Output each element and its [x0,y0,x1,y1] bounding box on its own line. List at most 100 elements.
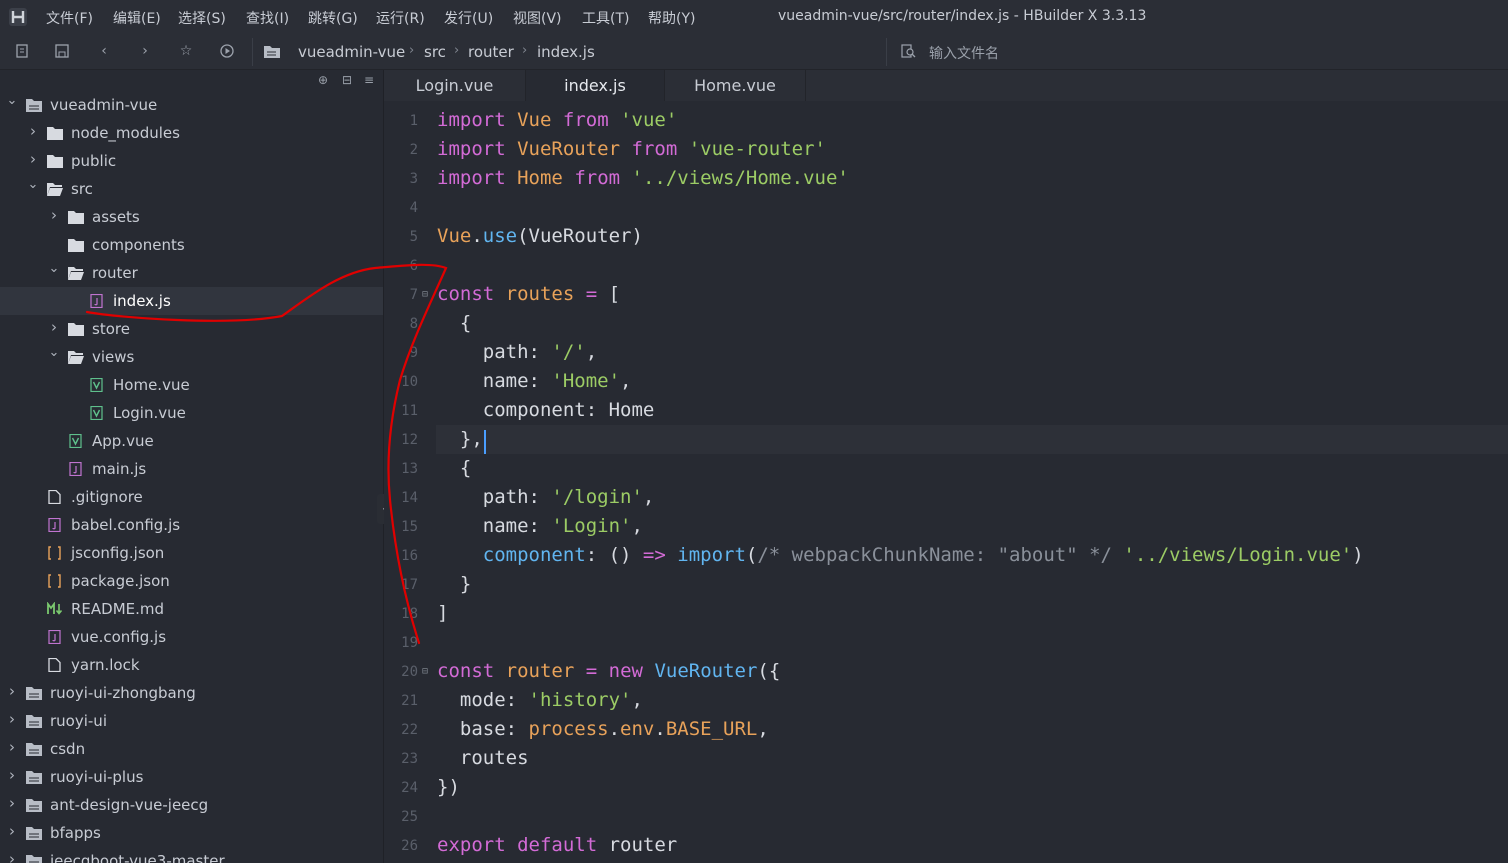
tree-item[interactable]: components [0,231,383,259]
chevron-down-icon[interactable]: ⌄ [48,261,60,276]
folder-icon [68,323,84,336]
breadcrumb-router[interactable]: router [468,43,514,61]
chevron-right-icon[interactable]: › [6,794,18,812]
locate-file-icon[interactable]: ⊕ [318,73,328,87]
tree-item[interactable]: › ruoyi-ui [0,707,383,735]
project-icon [262,41,282,61]
tree-item[interactable]: package.json [0,567,383,595]
tree-item[interactable]: ⌄ vueadmin-vue [0,91,383,119]
chevron-right-icon[interactable]: › [6,710,18,728]
save-icon[interactable] [52,41,72,61]
tree-item-label: index.js [113,292,171,310]
chevron-right-icon[interactable]: › [6,682,18,700]
breadcrumb-project[interactable]: vueadmin-vue [298,43,405,61]
menu-view[interactable]: 视图(V) [513,8,562,28]
tree-item[interactable]: Login.vue [0,399,383,427]
tab-login-vue[interactable]: Login.vue [384,70,526,101]
chevron-right-icon[interactable]: › [27,122,39,140]
tree-item[interactable]: › jeecgboot-vue3-master [0,847,383,863]
tree-item[interactable]: main.js [0,455,383,483]
tree-item-label: ruoyi-ui [50,712,107,730]
folder-icon [68,239,84,252]
find-file-icon[interactable] [898,41,918,61]
tree-item-label: bfapps [50,824,101,842]
code-line: import Home from '../views/Home.vue' [437,167,849,189]
explorer-menu-icon[interactable]: ≡ [364,73,374,87]
tree-item-label: App.vue [92,432,154,450]
chevron-down-icon[interactable]: ⌄ [48,345,60,360]
window-title: vueadmin-vue/src/router/index.js - HBuil… [778,8,1147,24]
chevron-right-icon[interactable]: › [27,150,39,168]
tree-item[interactable]: › ant-design-vue-jeecg [0,791,383,819]
tree-item[interactable]: › assets [0,203,383,231]
code-line: { [437,457,472,479]
tree-item[interactable]: ⌄ src [0,175,383,203]
menu-help[interactable]: 帮助(Y) [648,8,695,28]
menu-select[interactable]: 选择(S) [178,8,226,28]
menu-goto[interactable]: 跳转(G) [308,8,358,28]
tree-item[interactable]: vue.config.js [0,623,383,651]
tree-item[interactable]: yarn.lock [0,651,383,679]
tree-item[interactable]: ⌄ router [0,259,383,287]
tree-item-label: views [92,348,135,366]
star-icon[interactable]: ☆ [176,41,196,61]
tree-item[interactable]: README.md [0,595,383,623]
line-number: 25 [401,809,418,825]
tree-item[interactable]: › bfapps [0,819,383,847]
new-file-icon[interactable] [12,41,32,61]
folder-icon [47,127,63,140]
tree-item[interactable]: .gitignore [0,483,383,511]
breadcrumb-src[interactable]: src [424,43,446,61]
line-number: 5 [409,229,418,245]
tree-item[interactable]: App.vue [0,427,383,455]
code-editor[interactable]: 1 2 3 4 5 6 7 8 9 10 11 12 13 14 15 16 17 18 19 20 21 22 23 24 2… [384,101,1508,863]
chevron-right-icon[interactable]: › [48,318,60,336]
tree-item[interactable]: jsconfig.json [0,539,383,567]
vue-file-icon [69,434,82,448]
tree-item[interactable]: index.js [0,287,383,315]
breadcrumb-separator-icon: › [522,43,528,58]
line-number: 26 [401,838,418,854]
tab-index-js[interactable]: index.js [526,70,665,101]
tree-item-label: ant-design-vue-jeecg [50,796,209,814]
tree-item[interactable]: › node_modules [0,119,383,147]
tree-item[interactable]: › ruoyi-ui-zhongbang [0,679,383,707]
menu-tools[interactable]: 工具(T) [582,8,629,28]
tree-item-label: vueadmin-vue [50,96,158,114]
chevron-right-icon[interactable]: › [6,822,18,840]
breadcrumb-file[interactable]: index.js [537,43,595,61]
toolbar: ‹ › ☆ vueadmin-vue › src › router › inde… [0,34,1508,70]
collapse-all-icon[interactable]: ⊟ [342,73,352,87]
menu-run[interactable]: 运行(R) [376,8,425,28]
json-file-icon [48,574,61,588]
chevron-right-icon[interactable]: › [48,206,60,224]
line-number: 10 [401,374,418,390]
chevron-down-icon[interactable]: ⌄ [6,93,18,108]
menu-publish[interactable]: 发行(U) [444,8,493,28]
chevron-right-icon[interactable]: › [6,738,18,756]
chevron-down-icon[interactable]: ⌄ [27,177,39,192]
tree-item[interactable]: › public [0,147,383,175]
find-file-input[interactable]: 输入文件名 [929,43,999,63]
fold-toggle-icon[interactable]: ⊟ [422,289,428,300]
forward-icon[interactable]: › [135,41,155,61]
menu-edit[interactable]: 编辑(E) [113,8,161,28]
tree-item[interactable]: › csdn [0,735,383,763]
chevron-right-icon[interactable]: › [6,850,18,863]
toolbar-divider [252,38,253,66]
menu-find[interactable]: 查找(I) [246,8,289,28]
tree-item[interactable]: Home.vue [0,371,383,399]
menu-file[interactable]: 文件(F) [46,8,93,28]
tree-item-label: ruoyi-ui-zhongbang [50,684,196,702]
tree-item[interactable]: › store [0,315,383,343]
tree-item[interactable]: ⌄ views [0,343,383,371]
code-line: } [437,573,472,595]
tab-home-vue[interactable]: Home.vue [665,70,806,101]
chevron-right-icon[interactable]: › [6,766,18,784]
tree-item[interactable]: babel.config.js [0,511,383,539]
back-icon[interactable]: ‹ [94,41,114,61]
fold-toggle-icon[interactable]: ⊟ [422,666,428,677]
code-line: import VueRouter from 'vue-router' [437,138,826,160]
run-icon[interactable] [217,41,237,61]
tree-item[interactable]: › ruoyi-ui-plus [0,763,383,791]
